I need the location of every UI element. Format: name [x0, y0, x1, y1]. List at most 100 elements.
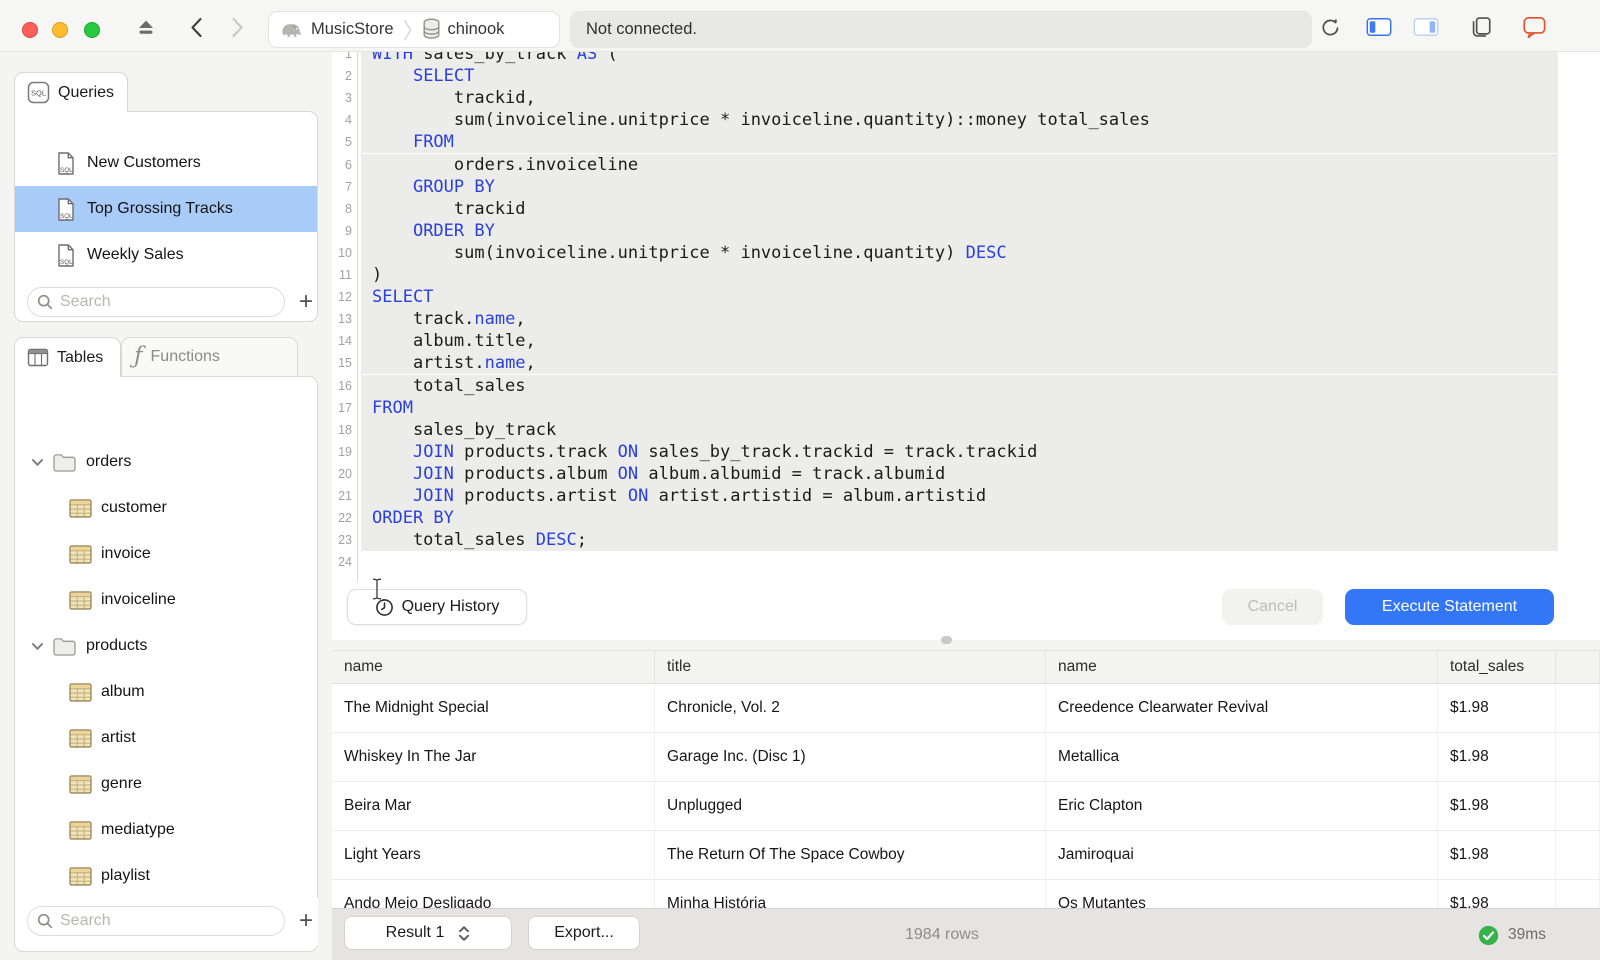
code-line-3[interactable]: trackid,	[361, 87, 1558, 110]
code-line-1[interactable]: WITH sales_by_track AS (	[361, 52, 1558, 66]
column-header-title[interactable]: title	[655, 651, 1046, 683]
table-cell: Minha História	[655, 880, 1046, 908]
table-row[interactable]: The Midnight Special Chronicle, Vol. 2 Cre…	[332, 684, 1600, 733]
code-line-19[interactable]: JOIN products.track ON sales_by_track.tr…	[361, 440, 1558, 463]
add-query-button[interactable]: +	[293, 287, 319, 317]
tree-folder-products[interactable]: products	[15, 623, 317, 669]
code-line-8[interactable]: trackid	[361, 197, 1558, 220]
code-line-14[interactable]: album.title,	[361, 330, 1558, 353]
folder-icon	[52, 636, 77, 657]
line-number: 18	[338, 422, 352, 437]
tree-table-artist[interactable]: artist	[15, 715, 317, 761]
pane-resize-handle[interactable]	[941, 636, 952, 644]
zoom-window-button[interactable]	[84, 22, 100, 38]
table-icon	[69, 774, 92, 794]
execute-statement-button[interactable]: Execute Statement	[1345, 589, 1554, 625]
column-header-spacer[interactable]	[1556, 651, 1600, 683]
query-item-new-customers[interactable]: SQL New Customers	[15, 140, 317, 186]
table-row[interactable]: Whiskey In The Jar Garage Inc. (Disc 1) Me…	[332, 733, 1600, 782]
code-line-16[interactable]: total_sales	[361, 374, 1558, 397]
tables-search-input[interactable]: Search	[27, 906, 285, 936]
result-selector-label: Result 1	[385, 924, 445, 941]
export-button[interactable]: Export...	[528, 916, 640, 950]
code-line-13[interactable]: track.name,	[361, 308, 1558, 331]
refresh-icon[interactable]	[1317, 14, 1343, 40]
tab-functions[interactable]: ƒ Functions	[121, 337, 298, 377]
minimize-window-button[interactable]	[52, 22, 68, 38]
tree-table-genre[interactable]: genre	[15, 761, 317, 807]
query-item-top-grossing-tracks[interactable]: SQL Top Grossing Tracks	[15, 186, 317, 232]
breadcrumb-separator-icon	[402, 15, 413, 45]
code-line-22[interactable]: ORDER BY	[361, 507, 1558, 530]
code-line-23[interactable]: total_sales DESC;	[361, 529, 1558, 552]
export-label: Export...	[554, 924, 614, 941]
table-row[interactable]: Light Years The Return Of The Space Cowbo…	[332, 831, 1600, 880]
toggle-right-sidebar-icon[interactable]	[1413, 14, 1439, 40]
column-header-total_sales[interactable]: total_sales	[1438, 651, 1556, 683]
column-header-name[interactable]: name	[1046, 651, 1438, 683]
tree-folder-label: products	[86, 637, 148, 654]
sql-keyword: name	[474, 309, 516, 330]
code-line-12[interactable]: SELECT	[361, 286, 1558, 309]
chevron-down-icon[interactable]	[31, 642, 44, 651]
tree-table-playlist[interactable]: playlist	[15, 853, 317, 899]
add-table-button[interactable]: +	[293, 906, 319, 936]
query-item-label: New Customers	[87, 154, 201, 171]
sql-text: sales_by_track	[412, 52, 577, 64]
code-line-2[interactable]: SELECT	[361, 65, 1558, 88]
cancel-button[interactable]: Cancel	[1222, 589, 1323, 625]
tree-table-label: invoice	[101, 545, 151, 562]
tree-table-label: invoiceline	[101, 591, 176, 608]
code-line-21[interactable]: JOIN products.artist ON artist.artistid …	[361, 485, 1558, 508]
breadcrumb-connection[interactable]: MusicStore	[311, 20, 394, 39]
code-line-10[interactable]: sum(invoiceline.unitprice * invoiceline.…	[361, 241, 1558, 264]
breadcrumb-database[interactable]: chinook	[448, 20, 505, 39]
table-cell: Beira Mar	[332, 782, 655, 830]
table-row[interactable]: Beira Mar Unplugged Eric Clapton $1.98	[332, 782, 1600, 831]
tree-table-invoice[interactable]: invoice	[15, 531, 317, 577]
chevron-down-icon[interactable]	[31, 458, 44, 467]
code-line-20[interactable]: JOIN products.album ON album.albumid = t…	[361, 462, 1558, 485]
tab-queries[interactable]: SQL Queries	[14, 72, 128, 112]
code-line-4[interactable]: sum(invoiceline.unitprice * invoiceline.…	[361, 109, 1558, 132]
tree-table-invoiceline[interactable]: invoiceline	[15, 577, 317, 623]
tree-table-album[interactable]: album	[15, 669, 317, 715]
code-line-6[interactable]: orders.invoiceline	[361, 153, 1558, 176]
code-line-15[interactable]: artist.name,	[361, 352, 1558, 375]
tree-table-customer[interactable]: customer	[15, 485, 317, 531]
feedback-chat-icon[interactable]	[1521, 14, 1547, 40]
code-line-18[interactable]: sales_by_track	[361, 418, 1558, 441]
line-number: 9	[345, 223, 352, 238]
code-line-9[interactable]: ORDER BY	[361, 219, 1558, 242]
sql-editor[interactable]: 1 2 3 4 5 6 7 8 9 10 11 12 13 14 15 16 17 18 19 20 21 22 23 24 …	[332, 52, 1600, 582]
postgres-elephant-icon	[279, 18, 305, 42]
tree-folder-orders[interactable]: orders	[15, 439, 317, 485]
tree-table-label: artist	[101, 729, 136, 746]
forward-button[interactable]	[224, 14, 250, 40]
eject-icon[interactable]	[133, 14, 159, 40]
code-line-17[interactable]: FROM	[361, 396, 1558, 419]
folder-icon	[52, 452, 77, 473]
tree-table-label: customer	[101, 499, 167, 516]
queries-search-input[interactable]: Search	[27, 287, 285, 317]
column-header-name[interactable]: name	[332, 651, 655, 683]
query-history-label: Query History	[401, 598, 500, 615]
result-selector[interactable]: Result 1	[344, 916, 512, 950]
code-line-11[interactable]: )	[361, 264, 1558, 287]
code-line-24[interactable]	[361, 551, 1558, 573]
results-table[interactable]: name title name total_sales The Midnight Sp…	[332, 650, 1600, 908]
query-item-weekly-sales[interactable]: SQL Weekly Sales	[15, 232, 317, 278]
back-button[interactable]	[183, 14, 209, 40]
table-row[interactable]: Ando Meio Desligado Minha História Os Muta…	[332, 880, 1600, 908]
close-window-button[interactable]	[22, 22, 38, 38]
windows-icon[interactable]	[1468, 14, 1494, 40]
code-line-5[interactable]: FROM	[361, 131, 1558, 154]
toggle-left-sidebar-icon[interactable]	[1366, 14, 1392, 40]
code-line-7[interactable]: GROUP BY	[361, 175, 1558, 198]
sidebar: SQL Queries SQL New Customers SQL Top Gross…	[0, 52, 332, 960]
tree-table-mediatype[interactable]: mediatype	[15, 807, 317, 853]
tab-tables[interactable]: Tables	[14, 337, 121, 377]
sql-text: artist.artistid = album.artistid	[648, 486, 987, 506]
sql-keyword: name	[484, 353, 526, 374]
